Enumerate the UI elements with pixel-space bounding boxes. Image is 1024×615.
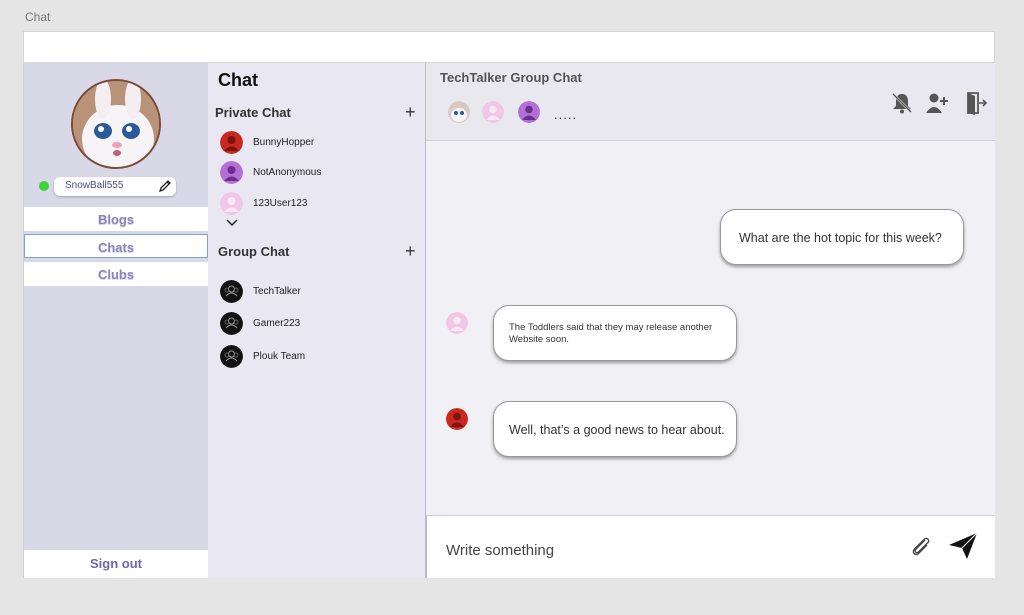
conversation-header: TechTalker Group Chat ..... [426,63,995,141]
group-chat-name: TechTalker [253,285,301,297]
sidebar: SnowBall555 Blogs Chats Clubs Sign out [23,63,208,578]
private-chat-item[interactable]: NotAnonymous [220,160,321,184]
sign-out-button[interactable]: Sign out [24,550,208,578]
top-bar [23,31,995,63]
message-text: What are the hot topic for this week? [739,231,942,245]
user-avatar-pink [220,191,243,215]
group-icon [220,344,243,368]
private-chat-heading: Private Chat [215,105,291,120]
nav-clubs-button[interactable]: Clubs [24,262,208,286]
username-text: SnowBall555 [65,180,124,191]
message-bubble-outgoing: What are the hot topic for this week? [720,209,964,265]
paperclip-icon[interactable] [909,534,933,558]
message-composer: Write something [426,515,995,578]
private-chat-name: 123User123 [253,197,308,209]
nav-chats-button[interactable]: Chats [24,234,208,258]
add-group-chat-button[interactable]: + [405,242,416,260]
group-icon [220,311,243,335]
group-chat-name: Plouk Team [253,350,306,362]
group-icon [220,279,243,303]
profile-avatar[interactable] [71,79,161,169]
conversation-title: TechTalker Group Chat [440,70,582,85]
nav-blogs-button[interactable]: Blogs [24,207,208,231]
message-text: The Toddlers said that they may release … [509,322,713,345]
message-avatar-red[interactable] [446,408,468,430]
chat-list-panel: Chat Private Chat + BunnyHopper NotAnony… [208,63,426,578]
member-avatar-bunny[interactable] [448,101,470,123]
send-icon[interactable] [948,532,978,560]
group-chat-name: Gamer223 [253,317,301,329]
group-chat-item[interactable]: Gamer223 [220,311,300,335]
add-private-chat-button[interactable]: + [405,103,416,121]
user-avatar-purple [220,160,243,184]
message-text: Well, that’s a good news to hear about. [509,423,725,437]
message-avatar-pink[interactable] [446,312,468,334]
private-chat-name: NotAnonymous [253,166,322,178]
group-chat-heading: Group Chat [218,244,290,259]
member-avatar-pink[interactable] [482,101,504,123]
online-status-dot [39,181,49,191]
message-bubble-incoming: Well, that’s a good news to hear about. [493,401,737,457]
private-chat-item[interactable]: 123User123 [220,191,307,215]
private-chat-name: BunnyHopper [253,136,315,148]
username-field[interactable]: SnowBall555 [54,177,176,196]
private-chat-item[interactable]: BunnyHopper [220,130,314,154]
group-chat-item[interactable]: TechTalker [220,279,301,303]
leave-group-icon[interactable] [964,91,988,115]
pencil-icon[interactable] [158,179,172,193]
mute-bell-icon[interactable] [890,91,914,115]
user-avatar-red [220,130,243,154]
chevron-down-icon[interactable] [225,218,239,228]
chat-list-title: Chat [218,70,258,90]
member-avatar-purple[interactable] [518,101,540,123]
bunny-avatar-image [73,81,159,167]
group-chat-item[interactable]: Plouk Team [220,344,305,368]
conversation-panel: TechTalker Group Chat ..... What are the… [426,63,995,578]
frame-label: Chat [25,10,51,24]
message-bubble-incoming: The Toddlers said that they may release … [493,305,737,361]
message-input[interactable]: Write something [446,542,554,559]
add-member-icon[interactable] [925,91,949,115]
more-members-indicator[interactable]: ..... [554,107,577,122]
